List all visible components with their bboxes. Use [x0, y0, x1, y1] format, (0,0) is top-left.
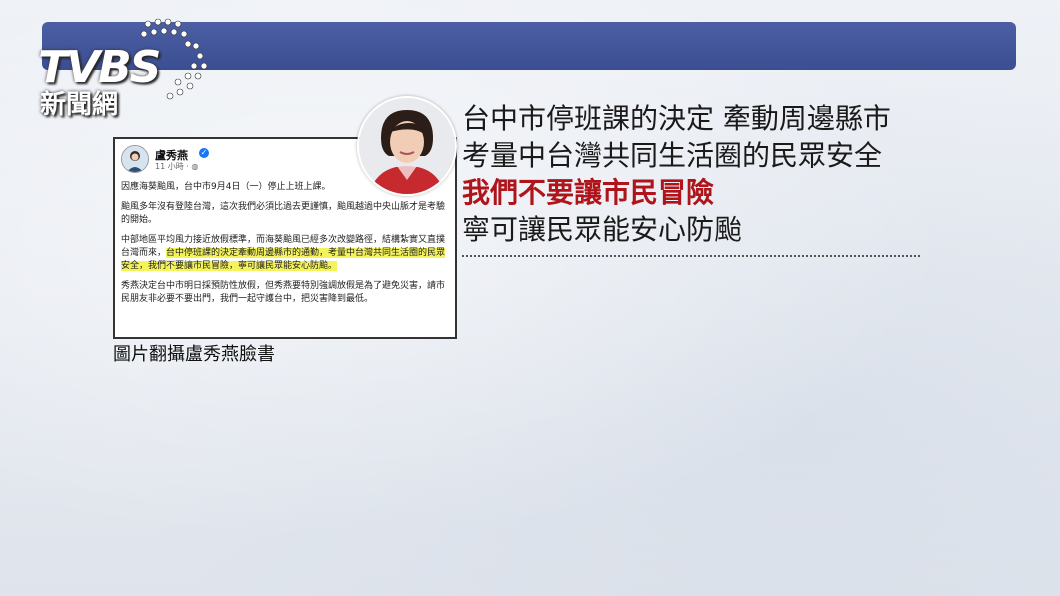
post-paragraph: 颱風多年沒有登陸台灣，這次我們必須比過去更謹慎，颱風越過中央山脈才是考驗的開始。 [121, 202, 446, 225]
highlighted-text: 台中停班課的決定牽動周邊縣市的通勤，考量中台灣共同生活圈的民眾安全，我們不要讓市… [121, 248, 446, 271]
quote-line-emphasis: 我們不要讓市民冒險 [462, 176, 715, 209]
speaker-portrait [357, 96, 457, 196]
post-paragraph: 秀燕決定台中市明日採預防性放假，但秀燕要特別強調放假是為了避免災害，請市民朋友非… [121, 281, 446, 304]
globe-icon: ◍ [191, 162, 199, 171]
quote-line-2: 考量中台灣共同生活圈的民眾安全 [462, 139, 883, 172]
quote-line-1: 台中市停班課的決定 牽動周邊縣市 [462, 102, 891, 135]
post-time: 11 小時 · ◍ [155, 161, 198, 172]
verified-icon: ✓ [199, 148, 209, 158]
logo-subtitle: 新聞網 [40, 90, 119, 120]
dotted-divider [462, 255, 920, 257]
tvbs-logo: TVBS 新聞網 [28, 16, 218, 120]
author-avatar [121, 145, 149, 173]
post-paragraph: 中部地區平均風力接近放假標準，而海葵颱風已經多次改變路徑，結構紮實又直撲台灣而來… [121, 234, 449, 273]
post-body: 因應海葵颱風，台中市9月4日（一）停止上班上課。 颱風多年沒有登陸台灣，這次我們… [121, 181, 449, 313]
post-time-text: 11 小時 · [155, 162, 192, 171]
photo-caption: 圖片翻攝盧秀燕臉書 [113, 344, 275, 365]
quote-block: 台中市停班課的決定 牽動周邊縣市 考量中台灣共同生活圈的民眾安全 我們不要讓市民… [462, 100, 942, 248]
quote-line-4: 寧可讓民眾能安心防颱 [462, 213, 743, 246]
